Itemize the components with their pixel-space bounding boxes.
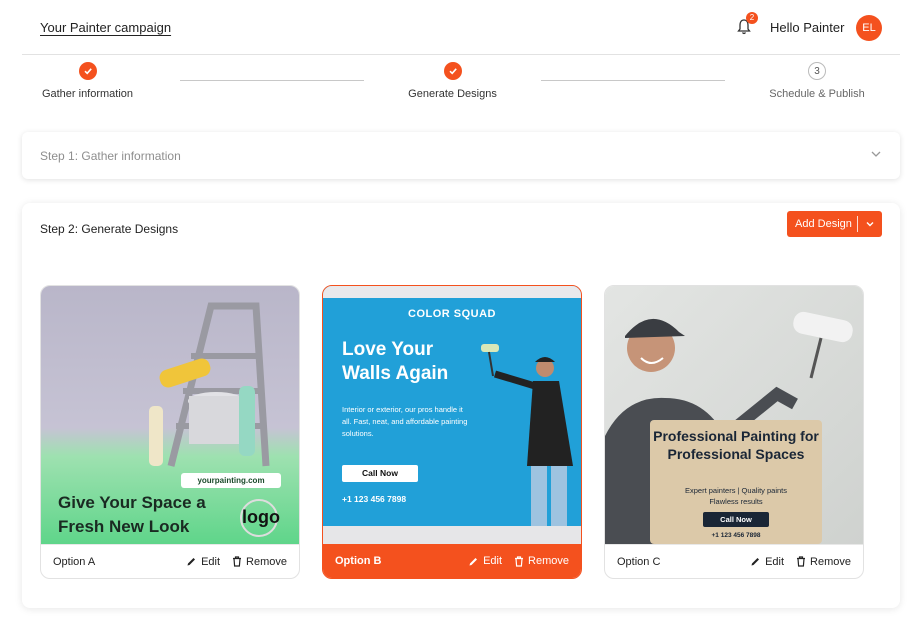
option-label: Option B <box>335 555 382 567</box>
step-label: Generate Designs <box>408 88 497 100</box>
remove-label: Remove <box>246 555 287 568</box>
remove-button[interactable]: Remove <box>232 556 287 568</box>
edit-label: Edit <box>201 555 221 568</box>
pencil-icon <box>187 558 196 566</box>
check-icon <box>443 62 462 80</box>
design-card-option-a[interactable]: yourpainting.com Give Your Space a Fresh… <box>40 285 300 579</box>
top-bar: Your Painter campaign 2 Hello Painter EL <box>22 0 900 55</box>
remove-label: Remove <box>810 555 851 568</box>
ad-phone: +1 123 456 7898 <box>711 532 761 539</box>
check-icon <box>78 62 97 80</box>
stepper-step-schedule[interactable]: 3 Schedule & Publish <box>762 62 872 100</box>
design-preview-b: COLOR SQUAD Love Your Walls Again Interi… <box>323 286 581 544</box>
pencil-icon <box>751 558 760 566</box>
edit-button[interactable]: Edit <box>468 555 502 567</box>
trash-icon <box>233 556 242 567</box>
step-connector <box>541 80 725 81</box>
step-label: Gather information <box>41 88 134 100</box>
step-connector <box>180 80 364 81</box>
ad-headline: Professional Painting for Professional S… <box>653 428 819 462</box>
trash-icon <box>797 556 806 567</box>
option-label: Option A <box>53 555 96 568</box>
ad-subtext: Expert painters | Quality paints Flawles… <box>650 485 822 507</box>
step2-title: Step 2: Generate Designs <box>40 222 179 236</box>
stepper-step-gather[interactable]: Gather information <box>30 62 145 100</box>
pencil-icon <box>469 557 478 565</box>
edit-label: Edit <box>765 555 785 568</box>
add-design-button[interactable]: Add Design <box>787 211 882 237</box>
painter-illustration <box>481 344 573 526</box>
step-number: 3 <box>808 62 826 80</box>
step1-accordion[interactable]: Step 1: Gather information <box>22 132 900 179</box>
edit-button[interactable]: Edit <box>186 556 220 568</box>
ad-headline: Give Your Space a Fresh New Look <box>58 493 206 536</box>
design-card-option-b[interactable]: COLOR SQUAD Love Your Walls Again Interi… <box>322 285 582 579</box>
add-design-dropdown[interactable] <box>858 219 882 229</box>
ad-url: yourpainting.com <box>181 473 281 488</box>
progress-stepper: Gather information Generate Designs 3 Sc… <box>0 58 923 118</box>
ad-cta: Call Now <box>703 512 769 527</box>
remove-button[interactable]: Remove <box>796 556 851 568</box>
ad-logo: logo <box>240 499 280 537</box>
trash-icon <box>515 555 524 567</box>
design-card-option-c[interactable]: Professional Painting for Professional S… <box>604 285 864 579</box>
button-divider <box>857 216 858 232</box>
edit-button[interactable]: Edit <box>750 556 784 568</box>
card-footer: Option B Edit Remove <box>323 544 581 578</box>
add-design-label: Add Design <box>795 218 852 230</box>
design-preview-a: yourpainting.com Give Your Space a Fresh… <box>41 286 299 544</box>
design-preview-c: Professional Painting for Professional S… <box>605 286 863 544</box>
remove-button[interactable]: Remove <box>514 555 569 567</box>
stepper-step-generate[interactable]: Generate Designs <box>400 62 505 100</box>
avatar[interactable]: EL <box>856 15 882 41</box>
user-greeting: Hello Painter <box>770 20 845 35</box>
chevron-down-icon <box>866 222 874 227</box>
remove-label: Remove <box>528 555 569 567</box>
chevron-down-icon[interactable] <box>870 148 882 160</box>
ad-subtext-line2: Flawless results <box>709 497 763 506</box>
edit-label: Edit <box>483 555 503 567</box>
step-label: Schedule & Publish <box>769 88 865 100</box>
card-footer: Option A Edit Remove <box>41 544 299 578</box>
step2-panel: Step 2: Generate Designs Add Design your… <box>22 203 900 608</box>
ad-subtext-line1: Expert painters | Quality paints <box>685 486 787 495</box>
step1-title: Step 1: Gather information <box>40 149 181 163</box>
notification-badge: 2 <box>746 12 758 24</box>
card-footer: Option C Edit Remove <box>605 544 863 578</box>
campaign-title-link[interactable]: Your Painter campaign <box>40 20 171 35</box>
option-label: Option C <box>617 555 661 568</box>
